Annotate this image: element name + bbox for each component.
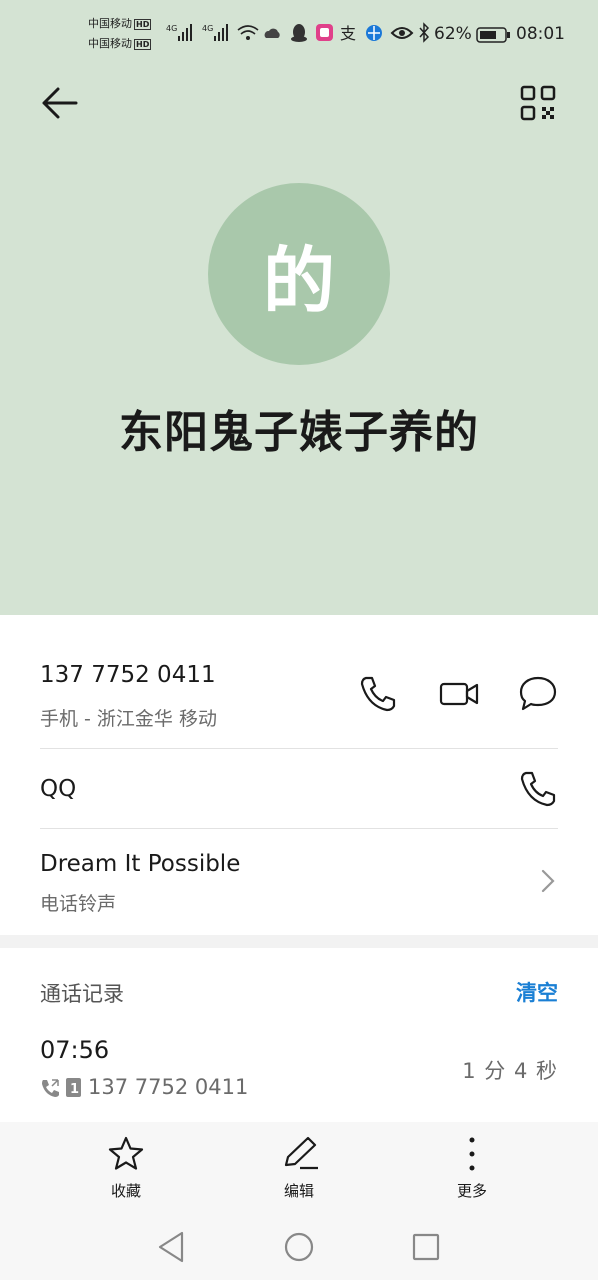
square-recents-icon <box>412 1233 440 1261</box>
phone-number[interactable]: 137 7752 0411 <box>40 662 216 688</box>
nav-recents-button[interactable] <box>403 1224 449 1270</box>
back-button[interactable] <box>36 82 84 126</box>
triangle-back-icon <box>158 1231 184 1263</box>
star-icon <box>108 1136 144 1170</box>
favorite-label: 收藏 <box>110 1182 141 1200</box>
status-icons: 4G 4G 支 <box>166 22 430 43</box>
call-number: 137 7752 0411 <box>88 1075 249 1099</box>
message-button[interactable] <box>516 672 560 716</box>
net-type-1: 4G <box>166 24 177 33</box>
edit-button[interactable]: 编辑 <box>239 1130 359 1210</box>
contact-avatar[interactable]: 的 <box>208 183 390 365</box>
call-button[interactable] <box>356 672 400 716</box>
incoming-call-sim1-icon: 1 <box>42 1078 81 1097</box>
qr-code-button[interactable] <box>516 82 564 126</box>
circle-home-icon <box>284 1232 314 1262</box>
qr-code-icon <box>520 85 556 121</box>
pencil-icon <box>284 1136 318 1170</box>
battery-percent: 62% <box>434 24 472 44</box>
call-duration: 1 分 4 秒 <box>462 1059 558 1083</box>
back-arrow-icon <box>42 87 78 119</box>
carrier-2: 中国移动 HD <box>88 37 152 50</box>
divider <box>40 748 558 749</box>
phone-icon <box>360 676 396 712</box>
section-gap <box>0 935 598 948</box>
svg-text:1: 1 <box>70 1082 79 1097</box>
qq-label[interactable]: QQ <box>40 776 76 802</box>
phone-detail: 手机 - 浙江金华 移动 <box>40 708 217 730</box>
phone-icon <box>520 771 556 807</box>
video-call-button[interactable] <box>438 672 482 716</box>
nav-back-button[interactable] <box>150 1224 196 1270</box>
edit-label: 编辑 <box>283 1182 314 1200</box>
status-time: 08:01 <box>516 24 565 44</box>
favorite-button[interactable]: 收藏 <box>66 1130 186 1210</box>
battery-icon <box>476 27 510 43</box>
clear-call-log-button[interactable]: 清空 <box>516 977 558 1007</box>
call-time: 07:56 <box>40 1036 110 1064</box>
qq-call-button[interactable] <box>516 767 560 811</box>
chevron-right-icon <box>541 869 555 893</box>
ringtone-name: Dream It Possible <box>40 851 241 877</box>
status-bar: 中国移动 HD 中国移动 HD 4G 4G 支 62% 08:01 <box>0 0 598 70</box>
avatar-initial: 的 <box>262 238 335 323</box>
contact-name: 东阳鬼子婊子养的 <box>119 407 479 458</box>
ringtone-label: 电话铃声 <box>40 893 117 915</box>
nav-home-button[interactable] <box>276 1224 322 1270</box>
carrier-1: 中国移动 HD <box>88 17 152 30</box>
svg-text:支: 支 <box>340 24 356 43</box>
more-label: 更多 <box>456 1182 487 1200</box>
more-vertical-icon <box>469 1137 475 1171</box>
net-type-2: 4G <box>202 24 213 33</box>
divider <box>40 828 558 829</box>
call-log-title: 通话记录 <box>40 982 124 1006</box>
message-bubble-icon <box>519 676 557 711</box>
more-button[interactable]: 更多 <box>412 1130 532 1210</box>
video-camera-icon <box>439 682 479 706</box>
